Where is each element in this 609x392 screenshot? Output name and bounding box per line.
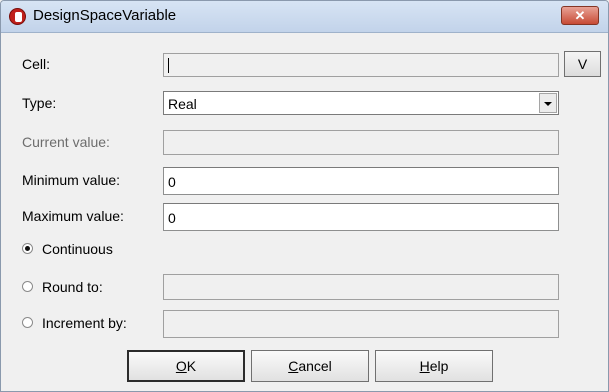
increment-by-radio[interactable]: [22, 317, 33, 328]
maximum-value-field[interactable]: 0: [163, 203, 559, 231]
increment-by-label[interactable]: Increment by:: [42, 315, 127, 331]
maximum-value-label: Maximum value:: [22, 208, 124, 224]
text-caret: [168, 58, 169, 73]
round-to-field: [163, 274, 559, 300]
minimum-value-field[interactable]: 0: [163, 167, 559, 195]
cell-select-button[interactable]: V: [564, 51, 601, 77]
round-to-label[interactable]: Round to:: [42, 279, 103, 295]
cell-field[interactable]: [163, 53, 559, 77]
continuous-label[interactable]: Continuous: [42, 241, 113, 257]
current-value-field: [163, 130, 559, 155]
minimum-value-label: Minimum value:: [22, 172, 121, 188]
type-selected-value: Real: [168, 96, 197, 112]
window-title: DesignSpaceVariable: [33, 7, 177, 24]
type-label: Type:: [22, 95, 57, 111]
ok-button[interactable]: OK: [127, 350, 245, 382]
dialog-window: DesignSpaceVariable ✕ Cell: V Type: Real…: [0, 0, 609, 392]
app-logo-icon: [9, 8, 26, 25]
increment-by-field: [163, 310, 559, 338]
type-dropdown[interactable]: Real: [163, 91, 559, 115]
round-to-radio[interactable]: [22, 281, 33, 292]
cell-label: Cell:: [22, 56, 51, 72]
help-button[interactable]: Help: [375, 350, 493, 382]
close-button[interactable]: ✕: [561, 6, 599, 25]
current-value-label: Current value:: [22, 134, 110, 150]
title-bar[interactable]: DesignSpaceVariable ✕: [1, 1, 608, 33]
cancel-button[interactable]: Cancel: [251, 350, 369, 382]
continuous-radio[interactable]: [22, 243, 33, 254]
chevron-down-icon[interactable]: [539, 93, 557, 113]
